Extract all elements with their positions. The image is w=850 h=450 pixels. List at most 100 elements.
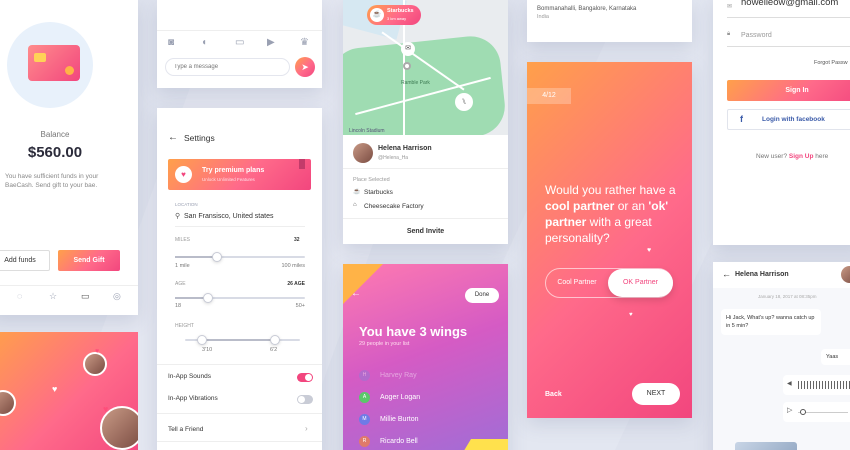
send-button[interactable]: ➤ xyxy=(295,57,315,77)
age-min: 18 xyxy=(175,303,182,309)
conversation-name: Helena Harrison xyxy=(735,271,789,278)
person-avatar[interactable]: H xyxy=(359,370,370,381)
audio-icon[interactable]: ◖ xyxy=(201,37,207,48)
wings-title: You have 3 wings xyxy=(359,324,468,339)
trophy-icon[interactable]: ♛ xyxy=(300,37,309,48)
chat-icon[interactable]: ◌ xyxy=(17,291,22,301)
address-line2: India xyxy=(537,14,549,20)
play-icon[interactable]: ▷ xyxy=(787,406,792,414)
facebook-label: Login with facebook xyxy=(762,116,825,123)
quiz-card: 4/12 Would you rather have a cool partne… xyxy=(527,62,692,418)
address-card: Bommanahalli, Bangalore, Karnataka India xyxy=(527,0,692,42)
card-icon[interactable]: ▭ xyxy=(235,37,244,48)
tell-friend-link[interactable]: Tell a Friend xyxy=(168,426,203,433)
balance-amount: $560.00 xyxy=(27,144,83,161)
vibrations-toggle[interactable] xyxy=(297,395,313,404)
done-button[interactable]: Done xyxy=(465,288,499,303)
map-card: Ramble Park Lincoln Stadium ☕ Starbucks … xyxy=(343,0,508,244)
height-min-knob[interactable] xyxy=(197,335,207,345)
place-marker[interactable]: ☕ Starbucks 3 km away xyxy=(367,5,421,25)
age-max: 50+ xyxy=(295,303,305,309)
message-bubble-incoming: Hi Jack, What's up? wanna catch up in 5 … xyxy=(721,309,821,335)
avatar[interactable] xyxy=(0,390,16,416)
question-text: Would you rather have a xyxy=(545,183,676,197)
facebook-icon: f xyxy=(740,114,743,124)
height-max-knob[interactable] xyxy=(270,335,280,345)
miles-value: 32 xyxy=(294,237,300,243)
profile-icon[interactable]: ◎ xyxy=(113,291,121,302)
settings-card: ← Settings ♥ Try premium plans Unlock Un… xyxy=(157,108,322,450)
premium-title: Try premium plans xyxy=(202,167,265,174)
balance-label: Balance xyxy=(40,130,70,139)
send-invite-button[interactable]: Send Invite xyxy=(343,228,508,235)
back-arrow-icon[interactable]: ← xyxy=(722,269,731,279)
person-name[interactable]: Aoger Logan xyxy=(380,394,420,401)
vibrations-label: In-App Vibrations xyxy=(168,395,218,402)
avatar[interactable] xyxy=(83,352,107,376)
forgot-password-link[interactable]: Forgot Passw xyxy=(814,60,848,66)
audio-player[interactable]: ▷ xyxy=(783,402,850,422)
email-field[interactable]: howelleow@gmail.com xyxy=(741,0,838,8)
cup-icon: ☕ xyxy=(353,189,361,195)
quiz-option-ok-partner[interactable]: OK Partner xyxy=(608,269,673,297)
person-avatar[interactable]: A xyxy=(359,392,370,403)
speaker-icon: ◀︎ xyxy=(787,381,792,387)
miles-min: 1 mile xyxy=(175,263,190,269)
heart-icon: ♥ xyxy=(95,348,100,355)
premium-banner[interactable]: ♥ Try premium plans Unlock Unlimited Fea… xyxy=(168,159,311,190)
height-slider[interactable] xyxy=(185,335,300,345)
restaurant-marker-icon[interactable]: ⑊ xyxy=(455,93,473,111)
avatar[interactable] xyxy=(353,143,373,163)
height-min: 3'10 xyxy=(202,347,213,353)
quiz-progress: 4/12 xyxy=(527,88,571,104)
person-avatar[interactable]: R xyxy=(359,436,370,447)
age-slider-knob[interactable] xyxy=(203,293,213,303)
send-gift-button[interactable]: Send Gift xyxy=(58,250,120,271)
waveform xyxy=(798,381,850,389)
option-label: Cool Partner xyxy=(557,279,597,286)
sounds-label: In-App Sounds xyxy=(168,373,212,380)
person-name[interactable]: Ricardo Bell xyxy=(380,438,418,445)
message-input[interactable] xyxy=(165,58,290,76)
conversation-card: ← Helena Harrison January 18, 2017 at 08… xyxy=(713,262,850,450)
person-name[interactable]: Millie Burton xyxy=(380,416,419,423)
image-message[interactable] xyxy=(735,442,797,450)
height-max: 6'2 xyxy=(270,347,278,353)
person-name[interactable]: Harvey Ray xyxy=(380,372,417,379)
stadium-label: Lincoln Stadium xyxy=(349,128,385,134)
message-bubble-outgoing: Yaas xyxy=(821,349,850,365)
person-avatar[interactable]: M xyxy=(359,414,370,425)
back-button[interactable]: Back xyxy=(545,391,562,398)
heart-icon: ♥ xyxy=(647,247,652,254)
back-arrow-icon[interactable]: ← xyxy=(351,288,361,299)
camera-icon[interactable]: ◙ xyxy=(168,37,174,48)
next-button[interactable]: NEXT xyxy=(632,383,680,405)
chat-input-card: ◙ ◖ ▭ ▶ ♛ ➤ xyxy=(157,0,322,88)
option-starbucks[interactable]: Starbucks xyxy=(364,189,393,196)
back-arrow-icon[interactable]: ← xyxy=(168,132,178,143)
sounds-toggle[interactable] xyxy=(297,373,313,382)
miles-max: 100 miles xyxy=(281,263,305,269)
map-view[interactable]: Ramble Park Lincoln Stadium ☕ Starbucks … xyxy=(343,0,508,135)
sign-up-link[interactable]: Sign Up xyxy=(789,153,814,160)
location-value[interactable]: San Fransisco, United states xyxy=(184,213,274,220)
address-line1: Bommanahalli, Bangalore, Karnataka xyxy=(537,6,637,12)
miles-slider[interactable] xyxy=(175,252,305,262)
wings-card: ← Done You have 3 wings 29 people in you… xyxy=(343,264,508,450)
lock-icon: 🔒︎ xyxy=(727,31,731,37)
age-slider[interactable] xyxy=(175,293,305,303)
add-funds-button[interactable]: Add funds xyxy=(0,250,50,271)
user-handle: @Helena_Ha xyxy=(378,155,409,161)
sign-in-button[interactable]: Sign In xyxy=(727,80,850,101)
wallet-icon[interactable]: ▭ xyxy=(81,291,90,302)
gift-marker-icon[interactable]: ✉ xyxy=(401,42,415,56)
option-cheesecake[interactable]: Cheesecake Factory xyxy=(364,203,424,210)
premium-subtitle: Unlock Unlimited Features xyxy=(202,177,255,182)
facebook-login-button[interactable]: f Login with facebook xyxy=(727,109,850,130)
balance-message: You have sufficient funds in your BaeCas… xyxy=(5,173,99,189)
video-icon[interactable]: ▶ xyxy=(267,37,275,48)
star-icon[interactable]: ☆ xyxy=(49,291,57,302)
password-field[interactable]: Password xyxy=(741,32,772,39)
miles-slider-knob[interactable] xyxy=(212,252,222,262)
voice-message[interactable]: ◀︎ xyxy=(783,375,850,395)
